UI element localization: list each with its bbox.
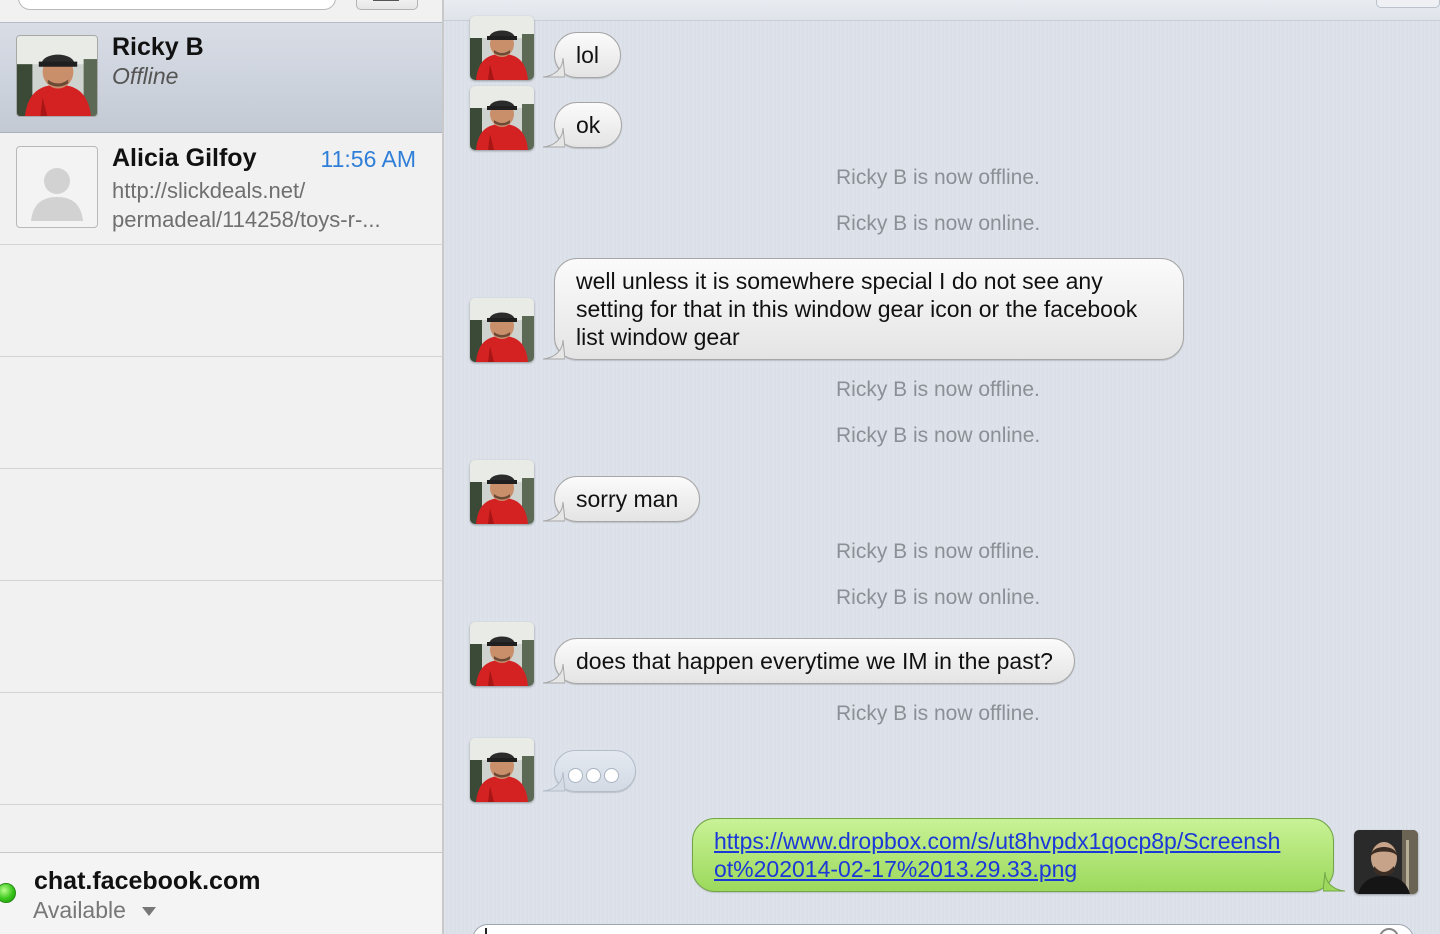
conversation-item-alicia-gilfoy[interactable]: Alicia Gilfoy 11:56 AM http://slickdeals… — [0, 134, 442, 245]
conversation-time: 11:56 AM — [320, 146, 416, 172]
avatar — [470, 298, 534, 362]
system-status-message: Ricky B is now online. — [836, 424, 1041, 447]
system-status-message: Ricky B is now online. — [836, 212, 1041, 235]
compose-button[interactable] — [356, 0, 418, 10]
message-text: sorry man — [576, 486, 679, 512]
chat-transcript: lol ok Ricky B is now offline. Ricky B i… — [444, 0, 1440, 934]
list-divider — [0, 804, 442, 805]
list-divider — [0, 580, 442, 581]
system-status-message: Ricky B is now offline. — [836, 540, 1040, 563]
message-text: does that happen everytime we IM in the … — [576, 648, 1053, 674]
dropdown-caret-icon[interactable] — [142, 907, 156, 916]
message-text: well unless it is somewhere special I do… — [576, 268, 1103, 294]
text-cursor — [485, 928, 487, 934]
message-bubble: does that happen everytime we IM in the … — [543, 638, 1075, 684]
emoji-icon[interactable] — [1379, 928, 1399, 934]
list-divider — [0, 468, 442, 469]
message-link[interactable]: ot%202014-02-17%2013.29.33.png — [714, 855, 1312, 883]
system-status-message: Ricky B is now offline. — [836, 166, 1040, 189]
message-link[interactable]: https://www.dropbox.com/s/ut8hvpdx1qocp8… — [714, 827, 1312, 855]
search-input[interactable] — [18, 0, 336, 10]
message-bubble: lol — [543, 32, 622, 78]
conversation-name: Ricky B — [112, 33, 204, 61]
conversation-status: Offline — [112, 63, 179, 89]
avatar — [470, 738, 534, 802]
system-status-message: Ricky B is now offline. — [836, 702, 1040, 725]
contact-placeholder-icon — [16, 146, 98, 228]
status-dot-icon — [0, 883, 16, 903]
availability-dropdown[interactable]: Available — [33, 897, 126, 924]
message-text: ok — [576, 112, 601, 138]
sent-message-bubble: https://www.dropbox.com/s/ut8hvpdx1qocp8… — [692, 818, 1345, 892]
message-bubble: ok — [543, 102, 623, 148]
message-text: list window gear — [576, 324, 740, 350]
message-input[interactable] — [472, 924, 1414, 934]
typing-dots-icon — [543, 750, 636, 792]
account-bar: chat.facebook.com Available — [0, 852, 442, 934]
avatar — [470, 16, 534, 80]
header-button[interactable] — [1376, 0, 1440, 8]
preview-line: permadeal/114258/toys-r-... — [112, 207, 381, 232]
list-divider — [0, 692, 442, 693]
conversation-preview: http://slickdeals.net/ permadeal/114258/… — [112, 176, 416, 234]
avatar — [470, 86, 534, 150]
account-name: chat.facebook.com — [34, 867, 261, 895]
avatar — [470, 622, 534, 686]
preview-line: http://slickdeals.net/ — [112, 178, 306, 203]
message-bubble: sorry man — [543, 476, 701, 522]
system-status-message: Ricky B is now online. — [836, 586, 1041, 609]
avatar — [16, 35, 98, 117]
message-text: setting for that in this window gear ico… — [576, 296, 1138, 322]
conversation-sidebar: Ricky B Offline Alicia Gilfoy 11:56 AM h… — [0, 0, 444, 934]
message-bubble: well unless it is somewhere special I do… — [543, 258, 1184, 360]
conversation-item-ricky-b[interactable]: Ricky B Offline — [0, 22, 442, 133]
system-status-message: Ricky B is now offline. — [836, 378, 1040, 401]
conversation-name: Alicia Gilfoy — [112, 144, 257, 172]
chat-header — [444, 0, 1440, 21]
list-divider — [0, 356, 442, 357]
avatar — [1354, 830, 1418, 894]
message-text: lol — [576, 42, 600, 68]
avatar — [470, 460, 534, 524]
